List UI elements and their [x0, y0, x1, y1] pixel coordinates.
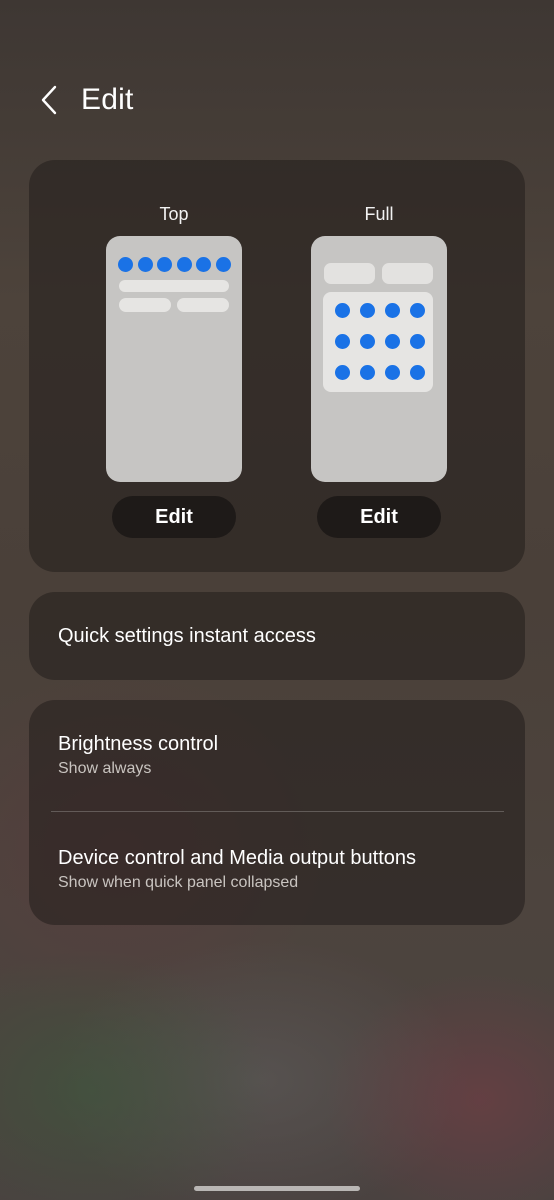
preview-dot — [360, 365, 375, 380]
page-title: Edit — [81, 83, 134, 116]
preview-tile — [324, 263, 375, 284]
instant-access-label: Quick settings instant access — [58, 624, 316, 647]
preview-dot — [360, 334, 375, 349]
header: Edit — [0, 76, 134, 124]
preview-bar — [119, 298, 171, 312]
edit-top-button[interactable]: Edit — [112, 496, 236, 538]
preview-dot — [335, 334, 350, 349]
top-layout-preview[interactable] — [106, 236, 242, 482]
divider — [51, 811, 504, 812]
preview-dot — [118, 257, 133, 272]
device-media-buttons-item[interactable]: Device control and Media output buttons … — [29, 845, 525, 894]
layout-option-label: Full — [364, 204, 394, 224]
preview-dot — [410, 334, 425, 349]
setting-title: Brightness control — [58, 733, 219, 755]
brightness-control-item[interactable]: Brightness control Show always — [29, 731, 525, 780]
preview-bar — [177, 298, 229, 312]
instant-access-item[interactable]: Quick settings instant access — [29, 592, 525, 680]
preview-bar — [119, 280, 229, 292]
preview-dot — [157, 257, 172, 272]
preview-grid-panel — [323, 292, 433, 392]
full-layout-preview[interactable] — [311, 236, 447, 482]
preview-dot — [137, 257, 153, 272]
preview-dot — [335, 365, 350, 380]
preview-dot — [410, 365, 425, 380]
preview-dot — [335, 303, 350, 318]
preview-dot — [410, 303, 425, 318]
edit-full-button[interactable]: Edit — [317, 496, 441, 538]
home-indicator[interactable] — [194, 1186, 360, 1191]
preview-dot — [215, 257, 231, 272]
layout-card: Top Edit Full Edit — [29, 160, 525, 572]
settings-card: Brightness control Show always Device co… — [29, 700, 525, 925]
chevron-left-icon — [41, 85, 57, 115]
preview-dot — [176, 257, 192, 272]
preview-dot — [385, 334, 400, 349]
preview-dot — [360, 303, 375, 318]
back-button[interactable] — [28, 76, 80, 124]
setting-subtitle: Show when quick panel collapsed — [58, 874, 299, 891]
preview-dot — [385, 303, 400, 318]
preview-dot — [385, 365, 400, 380]
setting-subtitle: Show always — [58, 760, 152, 777]
preview-tile — [382, 263, 433, 284]
preview-dot — [196, 257, 211, 272]
layout-option-label: Top — [159, 204, 189, 224]
setting-title: Device control and Media output buttons — [58, 847, 416, 869]
